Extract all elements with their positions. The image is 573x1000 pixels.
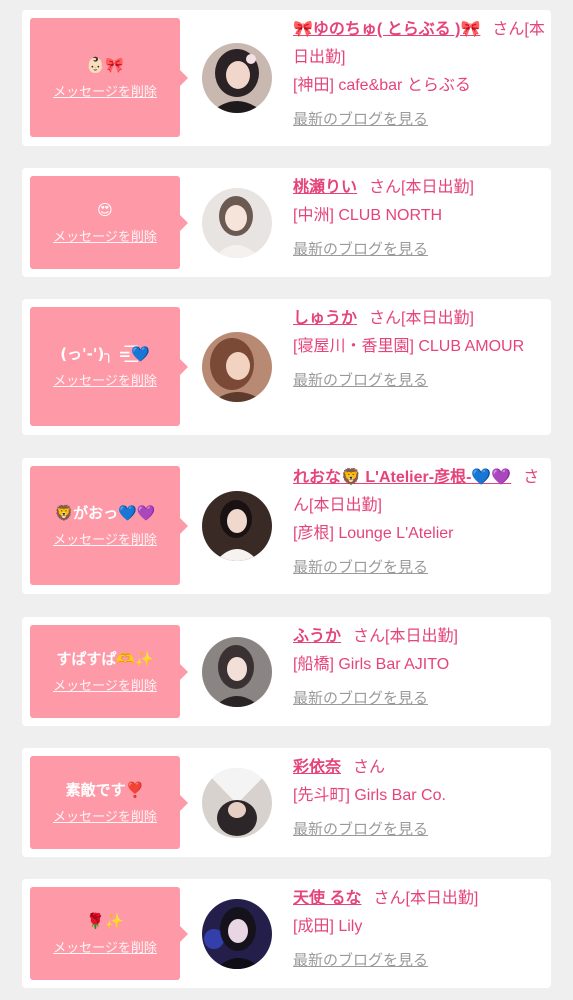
cast-name-link[interactable]: 彩依奈 — [293, 759, 341, 776]
cast-info: ふうか さん[本日出勤] [船橋] Girls Bar AJITO 最新のブログを… — [293, 623, 545, 713]
cast-name-line: 🎀ゆのちゅ( とらぶる )🎀 さん[本日出勤] — [293, 16, 545, 72]
message-text: すぱすぱ🫶✨ — [56, 650, 154, 668]
delete-message-link[interactable]: メッセージを削除 — [53, 370, 157, 389]
woman-photo-avatar — [202, 188, 272, 258]
shop-name: [成田] Lily — [293, 918, 363, 935]
message-bubble: 素敵です❣️ メッセージを削除 — [30, 756, 188, 849]
cast-info: しゅうか さん[本日出勤] [寝屋川・香里園] CLUB AMOUR 最新のブログ… — [293, 305, 545, 395]
message-card: 🌹✨ メッセージを削除 天使 るな さん[本日出勤] [成田] Lily 最新のブ… — [22, 879, 551, 988]
cast-info: 桃瀬りい さん[本日出勤] [中洲] CLUB NORTH 最新のブログを見る — [293, 174, 545, 264]
message-text: 素敵です❣️ — [65, 781, 145, 799]
cast-info: 天使 るな さん[本日出勤] [成田] Lily 最新のブログを見る — [293, 885, 545, 975]
cast-info: 🎀ゆのちゅ( とらぶる )🎀 さん[本日出勤] [神田] cafe&bar とらぶ… — [293, 16, 545, 134]
shop-name: [先斗町] Girls Bar Co. — [293, 787, 446, 804]
message-card: 👶🏻🎀 メッセージを削除 🎀ゆのちゅ( とらぶる )🎀 さん[本日出勤] [神田]… — [22, 10, 551, 146]
shop-name: [神田] cafe&bar とらぶる — [293, 77, 471, 94]
message-card: 😍 メッセージを削除 桃瀬りい さん[本日出勤] [中洲] CLUB NORTH … — [22, 168, 551, 277]
cast-avatar[interactable] — [202, 768, 272, 838]
cast-avatar[interactable] — [202, 332, 272, 402]
cast-name-line: 天使 るな さん[本日出勤] — [293, 885, 545, 913]
latest-blog-link[interactable]: 最新のブログを見る — [293, 554, 428, 582]
cast-status: さん — [353, 759, 386, 776]
cast-name-link[interactable]: ふうか — [293, 628, 341, 645]
delete-message-link[interactable]: メッセージを削除 — [53, 226, 157, 245]
cast-info: れおな🦁 L'Atelier-彦根-💙💜 さん[本日出勤] [彦根] Lounge… — [293, 464, 545, 582]
latest-blog-link[interactable]: 最新のブログを見る — [293, 816, 428, 844]
message-card: (っ'-')╮ =͟͟͞͞💙 メッセージを削除 しゅうか さん[本日出勤] [寝屋… — [22, 299, 551, 435]
message-bubble: 👶🏻🎀 メッセージを削除 — [30, 18, 188, 137]
cast-avatar[interactable] — [202, 899, 272, 969]
message-card: 素敵です❣️ メッセージを削除 彩依奈 さん [先斗町] Girls Bar Co… — [22, 748, 551, 857]
woman-photo-avatar — [202, 332, 272, 402]
latest-blog-link[interactable]: 最新のブログを見る — [293, 685, 428, 713]
cast-name-line: れおな🦁 L'Atelier-彦根-💙💜 さん[本日出勤] — [293, 464, 545, 520]
cast-name-link[interactable]: 🎀ゆのちゅ( とらぶる )🎀 — [293, 21, 480, 38]
shop-name: [寝屋川・香里園] CLUB AMOUR — [293, 338, 525, 355]
cast-status: さん[本日出勤] — [353, 628, 458, 645]
woman-photo-avatar — [202, 43, 272, 113]
message-text: 🌹✨ — [86, 912, 124, 930]
latest-blog-link[interactable]: 最新のブログを見る — [293, 947, 428, 975]
cast-avatar[interactable] — [202, 637, 272, 707]
cast-avatar[interactable] — [202, 43, 272, 113]
delete-message-link[interactable]: メッセージを削除 — [53, 937, 157, 956]
cast-name-link[interactable]: しゅうか — [293, 310, 357, 327]
message-text: 👶🏻🎀 — [86, 56, 124, 74]
message-bubble: 😍 メッセージを削除 — [30, 176, 188, 269]
shop-name: [彦根] Lounge L'Atelier — [293, 525, 454, 542]
woman-photo-avatar — [202, 768, 272, 838]
woman-photo-avatar — [202, 491, 272, 561]
cast-name-link[interactable]: 桃瀬りい — [293, 179, 357, 196]
cast-name-line: 桃瀬りい さん[本日出勤] — [293, 174, 545, 202]
woman-photo-avatar — [202, 637, 272, 707]
cast-avatar[interactable] — [202, 188, 272, 258]
delete-message-link[interactable]: メッセージを削除 — [53, 529, 157, 548]
message-text: 😍 — [97, 201, 113, 219]
cast-info: 彩依奈 さん [先斗町] Girls Bar Co. 最新のブログを見る — [293, 754, 545, 844]
cast-name-line: ふうか さん[本日出勤] — [293, 623, 545, 651]
message-card: すぱすぱ🫶✨ メッセージを削除 ふうか さん[本日出勤] [船橋] Girls B… — [22, 617, 551, 726]
cast-name-link[interactable]: 天使 るな — [293, 890, 361, 907]
message-list: 👶🏻🎀 メッセージを削除 🎀ゆのちゅ( とらぶる )🎀 さん[本日出勤] [神田]… — [0, 0, 573, 1000]
shop-name: [中洲] CLUB NORTH — [293, 207, 443, 224]
shop-name: [船橋] Girls Bar AJITO — [293, 656, 450, 673]
woman-photo-avatar — [202, 899, 272, 969]
message-bubble: すぱすぱ🫶✨ メッセージを削除 — [30, 625, 188, 718]
cast-status: さん[本日出勤] — [373, 890, 479, 907]
delete-message-link[interactable]: メッセージを削除 — [53, 675, 157, 694]
message-bubble: (っ'-')╮ =͟͟͞͞💙 メッセージを削除 — [30, 307, 188, 426]
cast-name-line: 彩依奈 さん — [293, 754, 545, 782]
latest-blog-link[interactable]: 最新のブログを見る — [293, 236, 428, 264]
message-bubble: 🌹✨ メッセージを削除 — [30, 887, 188, 980]
delete-message-link[interactable]: メッセージを削除 — [53, 81, 157, 100]
message-text: 🦁がおっ💙💜 — [54, 504, 156, 522]
cast-name-line: しゅうか さん[本日出勤] — [293, 305, 545, 333]
latest-blog-link[interactable]: 最新のブログを見る — [293, 106, 428, 134]
message-bubble: 🦁がおっ💙💜 メッセージを削除 — [30, 466, 188, 585]
delete-message-link[interactable]: メッセージを削除 — [53, 806, 157, 825]
cast-name-link[interactable]: れおな🦁 L'Atelier-彦根-💙💜 — [293, 469, 511, 486]
latest-blog-link[interactable]: 最新のブログを見る — [293, 367, 428, 395]
cast-status: さん[本日出勤] — [369, 310, 474, 327]
message-card: 🦁がおっ💙💜 メッセージを削除 れおな🦁 L'Atelier-彦根-💙💜 さん[本… — [22, 458, 551, 594]
message-text: (っ'-')╮ =͟͟͞͞💙 — [60, 345, 150, 363]
cast-status: さん[本日出勤] — [369, 179, 474, 196]
cast-avatar[interactable] — [202, 491, 272, 561]
